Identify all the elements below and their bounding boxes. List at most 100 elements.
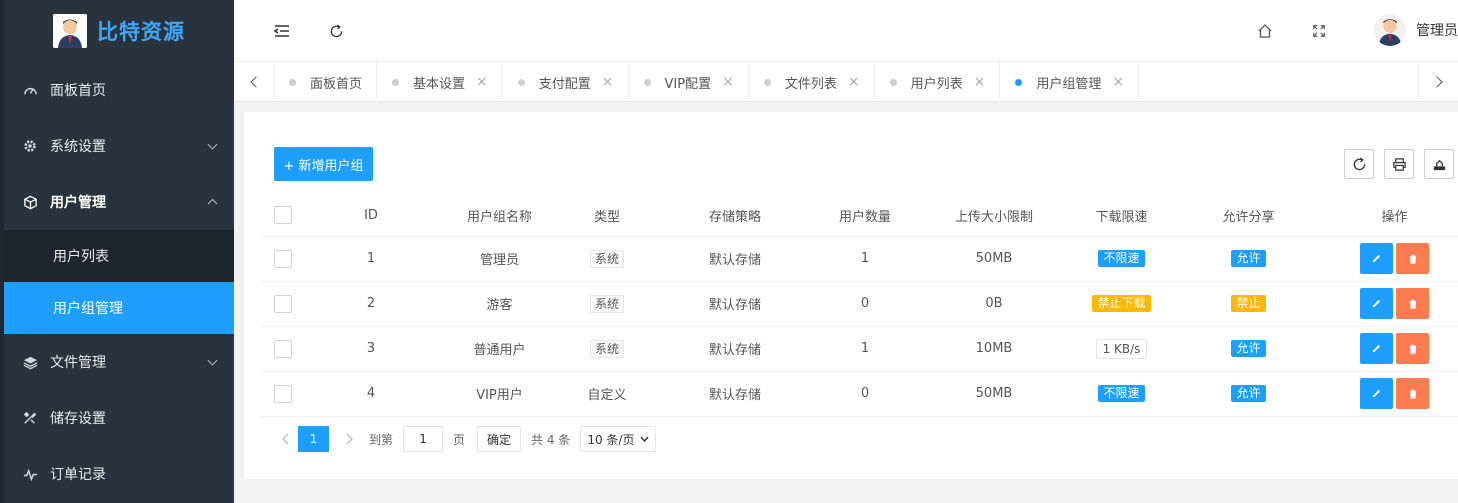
menu-fold-icon[interactable]	[272, 21, 292, 41]
row-actions	[1360, 333, 1429, 364]
gear-icon	[22, 138, 38, 154]
close-icon[interactable]: ×	[1112, 74, 1124, 90]
close-icon[interactable]: ×	[974, 74, 986, 90]
sidebar-item-label: 系统设置	[50, 139, 106, 155]
type-badge: 系统	[589, 249, 624, 268]
column-header[interactable]: 下载限速	[1077, 195, 1166, 237]
tab-dashboard[interactable]: 面板首页	[274, 62, 378, 102]
tab-label: 文件列表	[784, 76, 837, 92]
add-user-group-button[interactable]: + 新增用户组	[274, 147, 373, 181]
column-header[interactable]: 允许分享	[1166, 195, 1331, 237]
row-actions	[1360, 243, 1429, 274]
column-header[interactable]: 用户组名称	[436, 195, 563, 237]
edit-button[interactable]	[1360, 378, 1393, 409]
cell-user-count: 0	[819, 371, 911, 417]
row-checkbox[interactable]	[274, 294, 292, 313]
tab-user-group-management[interactable]: 用户组管理 ×	[1000, 62, 1140, 102]
sidebar-item-label: 面板首页	[50, 83, 106, 99]
cell-storage: 默认存储	[651, 371, 819, 417]
sidebar-item-user-group-management[interactable]: 用户组管理	[4, 282, 234, 334]
sidebar-item-label: 文件管理	[50, 355, 106, 371]
table-refresh-button[interactable]	[1344, 149, 1374, 179]
sidebar-item-label: 用户组管理	[53, 301, 123, 317]
tab-vip-config[interactable]: VIP配置 ×	[629, 62, 749, 102]
pencil-icon	[1372, 389, 1381, 398]
pager-prev-button[interactable]	[274, 433, 298, 445]
tab-label: VIP配置	[664, 76, 712, 92]
select-all-checkbox[interactable]	[274, 206, 292, 225]
tab-dot	[517, 78, 525, 86]
delete-button[interactable]	[1396, 243, 1429, 274]
column-header[interactable]: 类型	[563, 195, 651, 237]
sidebar-item-dashboard[interactable]: 面板首页	[4, 62, 234, 118]
chevron-down-icon	[207, 139, 218, 150]
share-badge: 允许	[1231, 340, 1266, 357]
logo[interactable]: 比特资源	[4, 0, 234, 62]
column-header[interactable]: 存储策略	[651, 195, 819, 237]
tabs-prev-button[interactable]	[234, 62, 274, 102]
layers-icon	[22, 354, 38, 370]
pulse-icon	[22, 466, 38, 482]
page-size-select[interactable]: 10 条/页	[580, 426, 657, 452]
trash-icon	[1409, 344, 1416, 354]
sidebar-item-file-management[interactable]: 文件管理	[4, 334, 234, 390]
select-all-cell	[260, 195, 306, 237]
tab-user-list[interactable]: 用户列表 ×	[875, 62, 1001, 102]
sidebar-item-user-management[interactable]: 用户管理	[4, 174, 234, 230]
tab-file-list[interactable]: 文件列表 ×	[749, 62, 875, 102]
home-icon[interactable]	[1255, 21, 1275, 41]
pager-current-page[interactable]: 1	[298, 426, 329, 452]
cell-id: 1	[306, 236, 436, 282]
pager-total: 共 4 条	[531, 432, 571, 447]
sidebar-item-system-settings[interactable]: 系统设置	[4, 118, 234, 174]
speed-badge: 不限速	[1098, 385, 1145, 402]
tabs-next-button[interactable]	[1418, 62, 1458, 102]
tab-label: 用户列表	[910, 76, 963, 92]
trash-icon	[1409, 389, 1416, 399]
share-badge: 允许	[1231, 250, 1266, 267]
goto-confirm-button[interactable]: 确定	[477, 426, 522, 452]
delete-button[interactable]	[1396, 333, 1429, 364]
table-print-button[interactable]	[1384, 149, 1414, 179]
close-icon[interactable]: ×	[722, 74, 734, 90]
sidebar-item-user-list[interactable]: 用户列表	[4, 230, 234, 282]
goto-page-input[interactable]: 1	[403, 426, 444, 452]
pencil-icon	[1372, 344, 1381, 353]
sidebar-item-storage-settings[interactable]: 储存设置	[4, 390, 234, 446]
user-group-table: ID 用户组名称 类型 存储策略 用户数量 上传大小限制 下载限速 允许分享 操…	[260, 195, 1458, 417]
tab-basic-settings[interactable]: 基本设置 ×	[377, 62, 503, 102]
edit-button[interactable]	[1360, 243, 1393, 274]
sidebar-item-order-records[interactable]: 订单记录	[4, 446, 234, 502]
column-header[interactable]: ID	[306, 195, 436, 237]
close-icon[interactable]: ×	[848, 74, 860, 90]
column-header[interactable]: 上传大小限制	[911, 195, 1077, 237]
table-header-row: ID 用户组名称 类型 存储策略 用户数量 上传大小限制 下载限速 允许分享 操…	[260, 195, 1458, 237]
row-checkbox[interactable]	[274, 384, 292, 403]
cell-upload-limit: 50MB	[911, 236, 1077, 282]
tab-label: 用户组管理	[1036, 76, 1102, 92]
table-export-button[interactable]	[1424, 149, 1454, 179]
cell-upload-limit: 0B	[911, 281, 1077, 327]
close-icon[interactable]: ×	[602, 74, 614, 90]
goto-suffix: 页	[453, 432, 466, 447]
cell-storage: 默认存储	[651, 236, 819, 282]
refresh-icon[interactable]	[326, 21, 346, 41]
user-menu[interactable]: 管理员	[1374, 14, 1458, 46]
row-checkbox[interactable]	[274, 339, 292, 358]
delete-button[interactable]	[1396, 288, 1429, 319]
close-icon[interactable]: ×	[476, 74, 488, 90]
row-checkbox[interactable]	[274, 249, 292, 268]
edit-button[interactable]	[1360, 333, 1393, 364]
dashboard-icon	[22, 82, 38, 98]
cell-name: VIP用户	[436, 371, 563, 417]
edit-button[interactable]	[1360, 288, 1393, 319]
delete-button[interactable]	[1396, 378, 1429, 409]
sidebar-item-label: 订单记录	[50, 467, 106, 483]
share-badge: 禁止	[1231, 295, 1266, 312]
tab-payment-config[interactable]: 支付配置 ×	[503, 62, 629, 102]
pager-next-button[interactable]	[337, 433, 361, 445]
chevron-left-icon	[282, 433, 289, 445]
column-header[interactable]: 用户数量	[819, 195, 911, 237]
table-row: 2 游客 系统 默认存储 0 0B 禁止下载 禁止	[260, 281, 1458, 327]
fullscreen-icon[interactable]	[1309, 21, 1329, 41]
